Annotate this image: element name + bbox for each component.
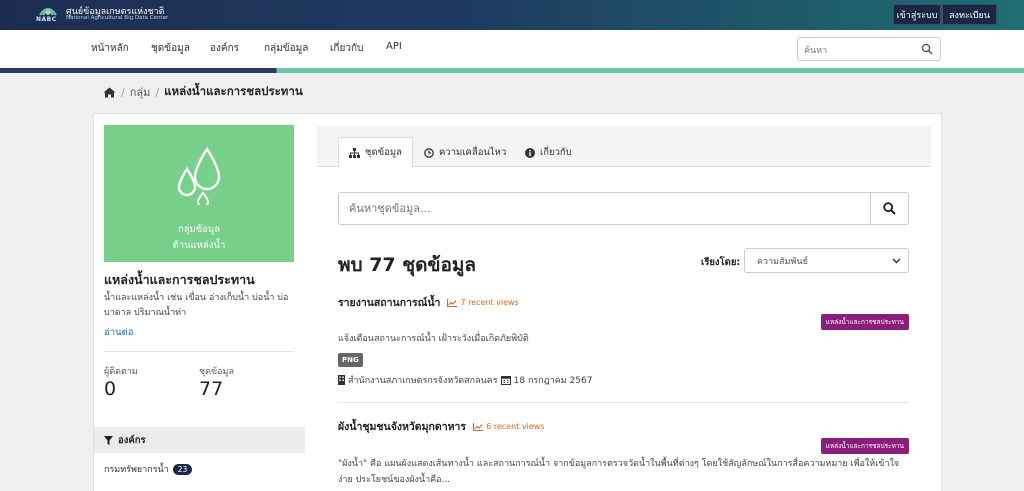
site-search-input[interactable] — [804, 40, 914, 62]
sort-select-value: ความสัมพันธ์ — [757, 256, 809, 267]
group-description: น้ำและแหล่งน้ำ เช่น เขื่อน อ่างเก็บน้ำ บ… — [104, 293, 289, 318]
line-chart-icon — [473, 422, 484, 431]
nav-item-organizations[interactable]: องค์กร — [210, 41, 239, 56]
org-facet-header: องค์กร — [94, 427, 305, 453]
sidebar-divider — [104, 351, 294, 352]
tab-activity-label: ความเคลื่อนไหว — [439, 147, 507, 158]
tab-activity[interactable]: ความเคลื่อนไหว — [414, 137, 516, 168]
search-icon[interactable] — [921, 43, 933, 55]
line-chart-icon — [447, 298, 458, 307]
nav-item-datasets[interactable]: ชุดข้อมูล — [151, 41, 190, 56]
breadcrumb-groups[interactable]: กลุ่ม — [130, 83, 151, 101]
filter-icon — [104, 435, 113, 445]
group-content: ชุดข้อมูล ความเคลื่อนไหว เกี่ยวกับ ค้นหา… — [317, 126, 931, 491]
main-nav: หน้าหลัก ชุดข้อมูล องค์กร กลุ่มข้อมูล เก… — [0, 30, 1024, 68]
breadcrumb-separator: / — [155, 85, 160, 99]
read-more-link[interactable]: อ่านต่อ — [104, 325, 133, 340]
dataset-organization: สำนักงานสภาเกษตรกรจังหวัดสกลนคร — [348, 376, 498, 386]
group-image[interactable]: กลุ่มข้อมูล ด้านแหล่งน้ำ — [104, 125, 294, 262]
dataset-search — [338, 192, 909, 225]
dataset-group-tag[interactable]: แหล่งน้ำและการชลประทาน — [820, 314, 909, 330]
clock-icon — [424, 147, 434, 158]
dataset-group-tag[interactable]: แหล่งน้ำและการชลประทาน — [820, 438, 909, 454]
breadcrumb: / กลุ่ม / แหล่งน้ำและการชลประทาน — [103, 83, 303, 101]
org-facet-count-badge: 23 — [172, 463, 193, 475]
home-icon[interactable] — [103, 87, 116, 98]
main-container: กลุ่มข้อมูล ด้านแหล่งน้ำ แหล่งน้ำและการช… — [93, 113, 942, 491]
dataset-item: ผังน้ำชุมชนจังหวัดมุกดาหาร 6 recent view… — [338, 418, 909, 491]
dataset-title[interactable]: ผังน้ำชุมชนจังหวัดมุกดาหาร — [338, 418, 466, 435]
tab-about[interactable]: เกี่ยวกับ — [515, 137, 582, 168]
followers-label: ผู้ติดตาม — [104, 367, 138, 377]
tabs-bar: ชุดข้อมูล ความเคลื่อนไหว เกี่ยวกับ — [317, 126, 931, 168]
followers-count: 0 — [104, 378, 117, 400]
sort-label: เรียงโดย: — [701, 257, 741, 268]
group-image-line2: ด้านแหล่งน้ำ — [172, 240, 226, 251]
nav-item-api[interactable]: API — [386, 41, 402, 52]
tab-datasets[interactable]: ชุดข้อมูล — [338, 137, 413, 168]
sort-select[interactable]: ความสัมพันธ์ — [744, 248, 909, 273]
nav-item-home[interactable]: หน้าหลัก — [91, 41, 129, 56]
group-name: แหล่งน้ำและการชลประทาน — [104, 272, 255, 287]
dataset-description: แจ้งเตือนสถานะการณ์น้ำ เฝ้าระวังเมื่อเกิ… — [338, 334, 529, 344]
logo-text: NABC — [36, 16, 57, 23]
site-search — [797, 37, 941, 62]
dataset-views: 7 recent views — [460, 298, 519, 307]
site-subtitle: National Agricultural Big Data Center — [66, 15, 169, 21]
dataset-format-badge[interactable]: PNG — [338, 353, 363, 367]
dataset-divider — [338, 402, 909, 403]
org-facet-title: องค์กร — [118, 434, 146, 446]
datasets-label: ชุดข้อมูล — [199, 367, 234, 377]
dataset-item: รายงานสถานการณ์น้ำ 7 recent views แหล่งน… — [338, 294, 909, 394]
dataset-description: "ผังน้ำ" คือ แผนผังแสดงเส้นทางน้ำ และสถา… — [338, 459, 900, 485]
org-facet-item[interactable]: กรมทรัพยากรน้ำ 23 — [104, 462, 193, 476]
dataset-search-button[interactable] — [870, 193, 908, 224]
register-button[interactable]: ลงทะเบียน — [942, 4, 997, 25]
nav-item-about[interactable]: เกี่ยวกับ — [330, 41, 363, 56]
login-button[interactable]: เข้าสู่ระบบ — [893, 4, 941, 25]
org-facet-item-name: กรมทรัพยากรน้ำ — [104, 465, 169, 475]
datasets-count: 77 — [199, 378, 224, 400]
dataset-title[interactable]: รายงานสถานการณ์น้ำ — [338, 294, 440, 311]
breadcrumb-current[interactable]: แหล่งน้ำและการชลประทาน — [164, 83, 303, 101]
group-sidebar: กลุ่มข้อมูล ด้านแหล่งน้ำ แหล่งน้ำและการช… — [94, 114, 305, 491]
dataset-date: 18 กรกฎาคม 2567 — [513, 376, 593, 386]
building-icon — [338, 375, 345, 385]
tab-datasets-label: ชุดข้อมูล — [365, 147, 402, 158]
dataset-views: 6 recent views — [486, 422, 545, 431]
calendar-icon — [500, 376, 511, 385]
water-drops-icon — [177, 147, 221, 205]
search-icon — [883, 202, 896, 215]
top-header: NABC ศูนย์ข้อมูลเกษตรแห่งชาติ National A… — [0, 0, 1024, 30]
info-icon — [525, 147, 535, 158]
sitemap-icon — [349, 147, 360, 158]
group-image-line1: กลุ่มข้อมูล — [177, 224, 221, 235]
result-count: พบ 77 ชุดข้อมูล — [338, 254, 477, 276]
dataset-search-input[interactable] — [349, 193, 869, 224]
chevron-down-icon — [892, 258, 901, 264]
breadcrumb-separator: / — [121, 85, 125, 99]
tab-about-label: เกี่ยวกับ — [540, 147, 572, 158]
nav-item-groups[interactable]: กลุ่มข้อมูล — [264, 41, 308, 56]
accent-bar — [0, 68, 1024, 73]
